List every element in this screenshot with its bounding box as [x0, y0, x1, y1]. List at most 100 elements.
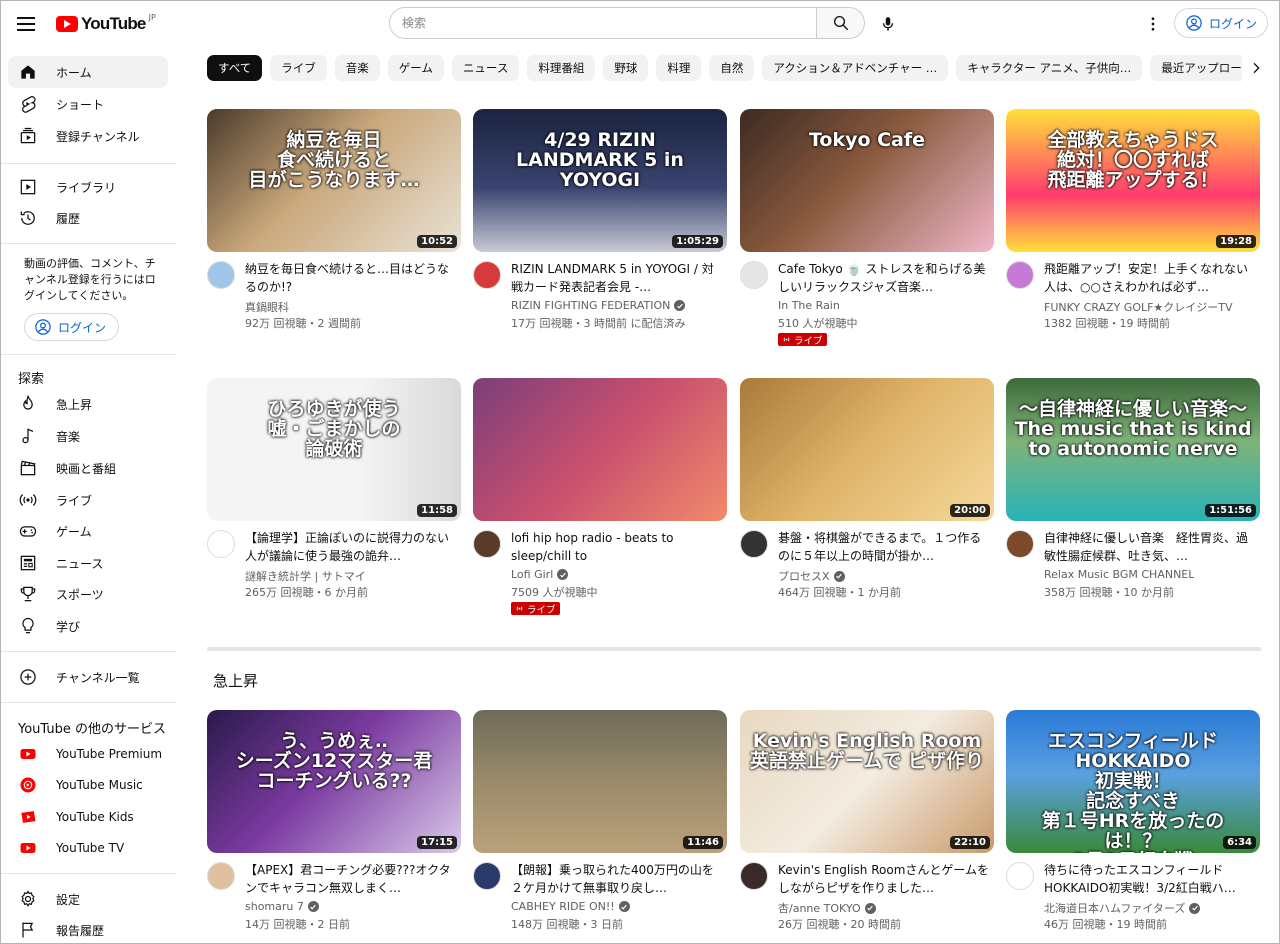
- channel-name[interactable]: 北海道日本ハムファイターズ: [1044, 900, 1185, 916]
- search-button[interactable]: [816, 7, 865, 39]
- sidebar-item-movies[interactable]: 映画と番組: [8, 452, 168, 484]
- filter-chip[interactable]: ニュース: [451, 55, 520, 81]
- search-input[interactable]: [389, 7, 816, 39]
- channel-name[interactable]: 謎解き統計学 | サトマイ: [245, 568, 366, 584]
- channel-name[interactable]: CABHEY RIDE ON!!: [511, 900, 615, 913]
- channel-name[interactable]: 真鍋眼科: [245, 299, 289, 315]
- video-title[interactable]: Kevin's English Roomさんとゲームをしながらピザを作りました…: [778, 861, 992, 897]
- sidebar-item-gaming[interactable]: ゲーム: [8, 515, 168, 547]
- sidebar-item-home[interactable]: ホーム: [8, 56, 168, 88]
- channel-avatar[interactable]: [740, 530, 768, 558]
- video-thumbnail[interactable]: ひろゆきが使う 嘘・ごまかしの 論破術 11:58: [207, 378, 461, 521]
- filter-chip[interactable]: アクション＆アドベンチャー …: [762, 55, 949, 81]
- youtube-logo[interactable]: YouTube JP: [56, 13, 156, 34]
- sidebar-item-music[interactable]: 音楽: [8, 420, 168, 452]
- video-title[interactable]: 【APEX】君コーチング必要???オクタンでキャラコン無双しまく…: [245, 861, 459, 897]
- video-card[interactable]: ひろゆきが使う 嘘・ごまかしの 論破術 11:58 【論理学】正論ぽいのに説得力のな…: [207, 378, 461, 599]
- video-title[interactable]: 碁盤・将棋盤ができるまで。１つ作るのに５年以上の時間が掛か…: [778, 529, 992, 565]
- video-thumbnail[interactable]: う、うめぇ‥ シーズン12マスター君 コーチングいる?? 17:15: [207, 710, 461, 853]
- video-title[interactable]: Cafe Tokyo 🍵 ストレスを和らげる美しいリラックスジャズ音楽…: [778, 260, 992, 296]
- channel-name[interactable]: 杏/anne TOKYO: [778, 900, 861, 916]
- video-title[interactable]: 自律神経に優しい音楽 経性胃炎、過敏性腸症候群、吐き気、…: [1044, 529, 1258, 565]
- channel-avatar[interactable]: [740, 862, 768, 890]
- video-card[interactable]: う、うめぇ‥ シーズン12マスター君 コーチングいる?? 17:15 【APEX】君…: [207, 710, 461, 931]
- filter-chip[interactable]: 音楽: [334, 55, 380, 81]
- video-thumbnail[interactable]: 4/29 RIZIN LANDMARK 5 in YOYOGI 1:05:29: [473, 109, 727, 252]
- video-card[interactable]: Kevin's English Room 英語禁止ゲームで ピザ作り 22:10 K…: [740, 710, 994, 931]
- filter-chip[interactable]: 自然: [709, 55, 755, 81]
- channel-avatar[interactable]: [473, 862, 501, 890]
- video-title[interactable]: 飛距離アップ！安定！上手くなれない人は、○○さえわかれば必ず…: [1044, 260, 1258, 296]
- video-thumbnail[interactable]: Kevin's English Room 英語禁止ゲームで ピザ作り 22:10: [740, 710, 994, 853]
- filter-chip[interactable]: キャラクター アニメ、子供向…: [956, 55, 1143, 81]
- channel-name[interactable]: RIZIN FIGHTING FEDERATION: [511, 299, 670, 312]
- video-title[interactable]: 【論理学】正論ぽいのに説得力のない人が議論に使う最強の詭弁…: [245, 529, 459, 565]
- video-thumbnail[interactable]: 11:46: [473, 710, 727, 853]
- video-card[interactable]: 4/29 RIZIN LANDMARK 5 in YOYOGI 1:05:29 RI…: [473, 109, 727, 330]
- menu-button[interactable]: [14, 12, 38, 36]
- channel-name[interactable]: FUNKY CRAZY GOLF★クレイジーTV: [1044, 299, 1233, 315]
- video-card[interactable]: エスコンフィールドHOKKAIDO 初実戦！ 記念すべき 第１号HRを放ったのは…: [1006, 710, 1260, 931]
- filter-chip[interactable]: 最近アップロードされた動画: [1150, 55, 1242, 81]
- filter-chip[interactable]: すべて: [207, 55, 263, 81]
- sidebar-item-youtube-kids[interactable]: YouTube Kids: [8, 801, 168, 833]
- channel-avatar[interactable]: [207, 530, 235, 558]
- sidebar-item-history[interactable]: 履歴: [8, 202, 168, 234]
- sidebar-signin-button[interactable]: ログイン: [24, 313, 120, 341]
- video-thumbnail[interactable]: エスコンフィールドHOKKAIDO 初実戦！ 記念すべき 第１号HRを放ったのは…: [1006, 710, 1260, 853]
- chips-next-button[interactable]: [1244, 56, 1268, 80]
- sidebar-item-subscriptions[interactable]: 登録チャンネル: [8, 120, 168, 152]
- sidebar-item-shorts[interactable]: ショート: [8, 88, 168, 120]
- channel-avatar[interactable]: [1006, 862, 1034, 890]
- video-card[interactable]: 20:00 碁盤・将棋盤ができるまで。１つ作るのに５年以上の時間が掛か… プロセスX…: [740, 378, 994, 599]
- video-card[interactable]: 11:46 【朗報】乗っ取られた400万円の山を２ケ月かけて無事取り戻し… CABH…: [473, 710, 727, 931]
- sidebar-item-trending[interactable]: 急上昇: [8, 388, 168, 420]
- channel-avatar[interactable]: [207, 862, 235, 890]
- video-thumbnail[interactable]: 全部教えちゃうドス 絶対！〇〇すれば 飛距離アップする！ 19:28: [1006, 109, 1260, 252]
- signin-button[interactable]: ログイン: [1174, 8, 1269, 38]
- sidebar-item-youtube-music[interactable]: YouTube Music: [8, 769, 168, 801]
- video-thumbnail[interactable]: Tokyo Cafe: [740, 109, 994, 252]
- channel-name[interactable]: Relax Music BGM CHANNEL: [1044, 568, 1194, 581]
- video-title[interactable]: 【朗報】乗っ取られた400万円の山を２ケ月かけて無事取り戻し…: [511, 861, 725, 897]
- video-thumbnail[interactable]: 20:00: [740, 378, 994, 521]
- video-title[interactable]: 納豆を毎日食べ続けると…目はどうなるのか!?: [245, 260, 459, 296]
- sidebar-item-report-history[interactable]: 報告履歴: [8, 914, 168, 944]
- sidebar-item-library[interactable]: ライブラリ: [8, 171, 168, 203]
- channel-name[interactable]: プロセスX: [778, 568, 830, 584]
- video-card[interactable]: lofi hip hop radio - beats to sleep/chil…: [473, 378, 727, 616]
- channel-name[interactable]: shomaru 7: [245, 900, 304, 913]
- video-thumbnail[interactable]: 納豆を毎日 食べ続けると 目がこうなります… 10:52: [207, 109, 461, 252]
- filter-chip[interactable]: 料理番組: [527, 55, 596, 81]
- sidebar-item-settings[interactable]: 設定: [8, 883, 168, 915]
- channel-name[interactable]: In The Rain: [778, 299, 840, 312]
- sidebar-item-learning[interactable]: 学び: [8, 610, 168, 642]
- channel-avatar[interactable]: [740, 261, 768, 289]
- filter-chip[interactable]: 料理: [656, 55, 702, 81]
- video-card[interactable]: 全部教えちゃうドス 絶対！〇〇すれば 飛距離アップする！ 19:28 飛距離アップ！…: [1006, 109, 1260, 330]
- channel-name[interactable]: Lofi Girl: [511, 568, 553, 581]
- sidebar-item-youtube-premium[interactable]: YouTube Premium: [8, 738, 168, 770]
- channel-avatar[interactable]: [207, 261, 235, 289]
- filter-chip[interactable]: ライブ: [270, 55, 327, 81]
- video-thumbnail[interactable]: ～自律神経に優しい音楽～ The music that is kind to a…: [1006, 378, 1260, 521]
- video-card[interactable]: ～自律神経に優しい音楽～ The music that is kind to a…: [1006, 378, 1260, 599]
- sidebar-item-news[interactable]: ニュース: [8, 547, 168, 579]
- channel-avatar[interactable]: [473, 261, 501, 289]
- video-title[interactable]: 待ちに待ったエスコンフィールドHOKKAIDO初実戦！3/2紅白戦ハ…: [1044, 861, 1258, 897]
- filter-chip[interactable]: 野球: [603, 55, 649, 81]
- settings-menu-button[interactable]: [1141, 12, 1165, 36]
- channel-avatar[interactable]: [473, 530, 501, 558]
- video-title[interactable]: lofi hip hop radio - beats to sleep/chil…: [511, 529, 725, 565]
- sidebar-item-youtube-tv[interactable]: YouTube TV: [8, 832, 168, 864]
- video-title[interactable]: RIZIN LANDMARK 5 in YOYOGI / 対戦カード発表記者会見…: [511, 260, 725, 296]
- sidebar-item-sports[interactable]: スポーツ: [8, 578, 168, 610]
- filter-chip[interactable]: ゲーム: [387, 55, 444, 81]
- voice-search-button[interactable]: [872, 8, 904, 40]
- video-card[interactable]: Tokyo Cafe Cafe Tokyo 🍵 ストレスを和らげる美しいリラックス…: [740, 109, 994, 347]
- video-card[interactable]: 納豆を毎日 食べ続けると 目がこうなります… 10:52 納豆を毎日食べ続けると…目…: [207, 109, 461, 330]
- video-thumbnail[interactable]: [473, 378, 727, 521]
- channel-avatar[interactable]: [1006, 261, 1034, 289]
- sidebar-item-browse-channels[interactable]: チャンネル一覧: [8, 661, 168, 693]
- sidebar-item-live[interactable]: ライブ: [8, 484, 168, 516]
